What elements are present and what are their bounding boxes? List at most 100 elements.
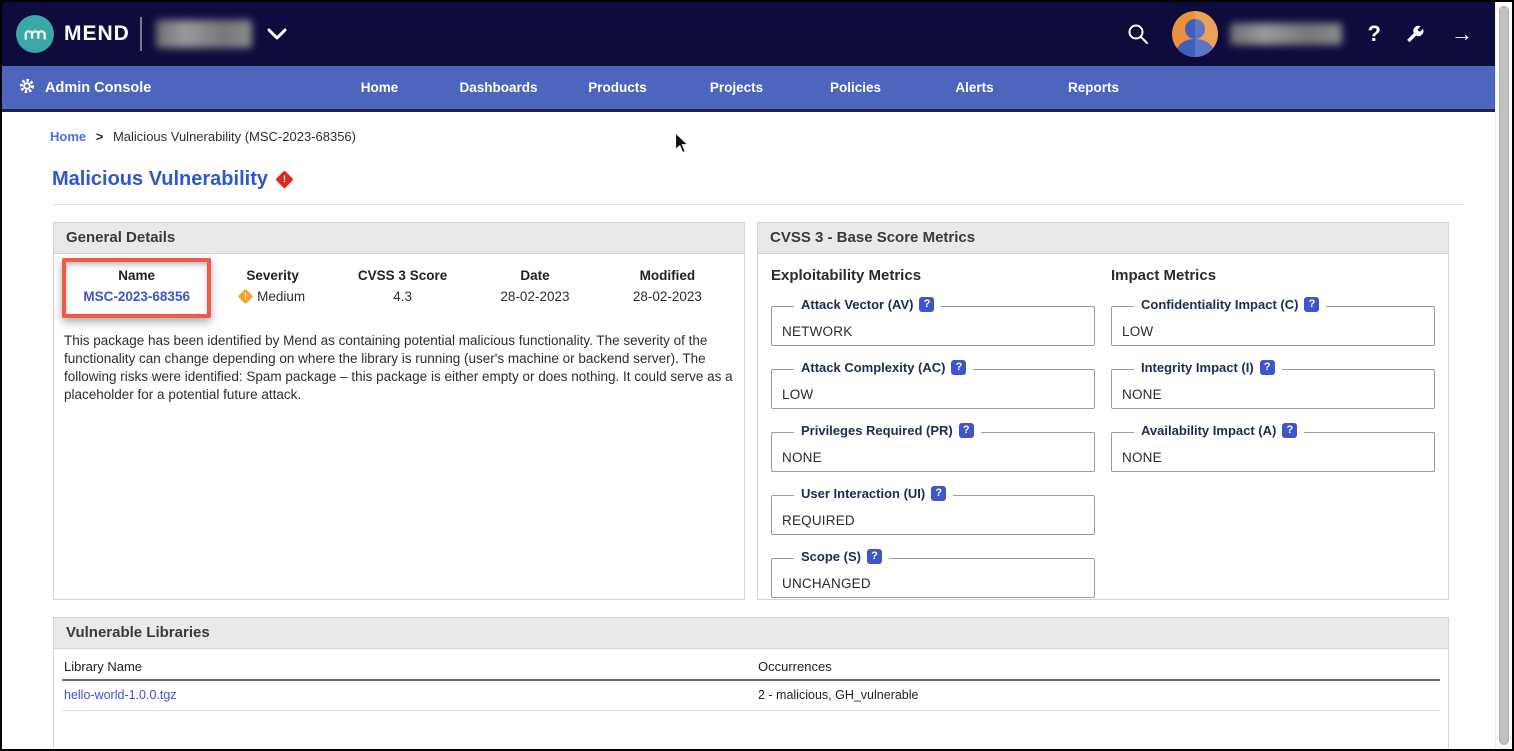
vulnerable-libraries-header: Vulnerable Libraries <box>54 618 1448 649</box>
username-redacted[interactable] <box>1230 23 1342 45</box>
help-question-icon[interactable]: ? <box>1304 297 1319 312</box>
cvss-panel: CVSS 3 - Base Score Metrics Exploitabili… <box>757 222 1449 600</box>
help-question-icon[interactable]: ? <box>1282 423 1297 438</box>
nav-item-projects[interactable]: Projects <box>677 80 796 95</box>
occurrences-column-header: Occurrences <box>758 659 1440 674</box>
nav-item-alerts[interactable]: Alerts <box>915 80 1034 95</box>
confidentiality-impact-label: Confidentiality Impact (C) <box>1141 297 1298 312</box>
avatar-highlight <box>1195 11 1218 57</box>
nav-items: Home Dashboards Products Projects Polici… <box>320 66 1153 109</box>
availability-impact-value: NONE <box>1122 450 1162 465</box>
nav-item-reports[interactable]: Reports <box>1034 80 1153 95</box>
exploitability-metrics-column: Exploitability Metrics Attack Vector (AV… <box>771 267 1095 621</box>
user-interaction-label: User Interaction (UI) <box>801 486 925 501</box>
help-icon[interactable]: ? <box>1368 21 1381 47</box>
vulnerability-id-link[interactable]: MSC-2023-68356 <box>83 289 190 304</box>
attack-vector-field: Attack Vector (AV)? NETWORK <box>771 306 1095 346</box>
main-nav-bar: Admin Console Home Dashboards Products P… <box>2 66 1495 112</box>
severity-value: Medium <box>257 289 305 304</box>
admin-console-label: Admin Console <box>45 80 151 96</box>
general-details-panel: General Details Name MSC-2023-68356 Seve… <box>53 222 745 600</box>
help-question-icon[interactable]: ? <box>1260 360 1275 375</box>
help-question-icon[interactable]: ? <box>931 486 946 501</box>
date-field: Date 28-02-2023 <box>471 256 598 304</box>
medium-severity-icon: ! <box>238 289 254 305</box>
library-name-column-header: Library Name <box>62 659 758 674</box>
integrity-impact-value: NONE <box>1122 387 1162 402</box>
name-label: Name <box>70 264 203 283</box>
breadcrumb: Home > Malicious Vulnerability (MSC-2023… <box>2 112 1495 144</box>
table-row: hello-world-1.0.0.tgz 2 - malicious, GH_… <box>62 681 1440 711</box>
breadcrumb-home-link[interactable]: Home <box>50 129 86 144</box>
table-header-row: Library Name Occurrences <box>62 649 1440 681</box>
occurrences-value: 2 - malicious, GH_vulnerable <box>758 688 1440 702</box>
chevron-down-icon[interactable] <box>266 27 288 41</box>
severity-label: Severity <box>211 256 334 283</box>
user-interaction-value: REQUIRED <box>782 513 855 528</box>
vulnerable-libraries-table: Library Name Occurrences hello-world-1.0… <box>54 649 1448 711</box>
main-content: Home > Malicious Vulnerability (MSC-2023… <box>2 112 1495 749</box>
cvss-panel-header: CVSS 3 - Base Score Metrics <box>758 223 1448 254</box>
nav-item-products[interactable]: Products <box>558 80 677 95</box>
integrity-impact-field: Integrity Impact (I)? NONE <box>1111 369 1435 409</box>
mend-logo-icon <box>16 15 54 53</box>
settings-wrench-icon[interactable] <box>1403 23 1425 45</box>
brand-separator <box>140 17 142 51</box>
user-avatar[interactable] <box>1172 11 1218 57</box>
name-field-highlighted: Name MSC-2023-68356 <box>62 258 211 318</box>
severity-field: Severity ! Medium <box>211 256 334 304</box>
nav-item-home[interactable]: Home <box>320 80 439 95</box>
search-icon[interactable] <box>1126 22 1150 46</box>
date-value: 28-02-2023 <box>471 283 598 304</box>
page-title-row: Malicious Vulnerability ! <box>2 144 1495 191</box>
modified-label: Modified <box>599 256 736 283</box>
user-interaction-field: User Interaction (UI)? REQUIRED <box>771 495 1095 535</box>
confidentiality-impact-value: LOW <box>1122 324 1153 339</box>
help-question-icon[interactable]: ? <box>919 297 934 312</box>
admin-console-link[interactable]: Admin Console <box>2 77 151 99</box>
top-bar: MEND ? → <box>2 2 1495 66</box>
gear-icon <box>18 77 36 99</box>
nav-item-dashboards[interactable]: Dashboards <box>439 80 558 95</box>
modified-field: Modified 28-02-2023 <box>599 256 736 304</box>
help-question-icon[interactable]: ? <box>951 360 966 375</box>
breadcrumb-current: Malicious Vulnerability (MSC-2023-68356) <box>113 129 356 144</box>
scope-value: UNCHANGED <box>782 576 871 591</box>
cvss-body: Exploitability Metrics Attack Vector (AV… <box>758 254 1448 621</box>
help-question-icon[interactable]: ? <box>959 423 974 438</box>
confidentiality-impact-field: Confidentiality Impact (C)? LOW <box>1111 306 1435 346</box>
top-bar-actions: ? → <box>1126 11 1473 57</box>
mend-logo[interactable]: MEND <box>16 15 130 53</box>
attack-vector-value: NETWORK <box>782 324 852 339</box>
title-divider <box>52 204 1464 205</box>
availability-impact-label: Availability Impact (A) <box>1141 423 1276 438</box>
logout-arrow-icon[interactable]: → <box>1451 21 1473 47</box>
scope-label: Scope (S) <box>801 549 861 564</box>
attack-complexity-field: Attack Complexity (AC)? LOW <box>771 369 1095 409</box>
brand-name: MEND <box>64 22 130 46</box>
panels-row: General Details Name MSC-2023-68356 Seve… <box>53 222 1495 600</box>
impact-metrics-column: Impact Metrics Confidentiality Impact (C… <box>1111 267 1435 621</box>
availability-impact-field: Availability Impact (A)? NONE <box>1111 432 1435 472</box>
nav-item-policies[interactable]: Policies <box>796 80 915 95</box>
exploitability-heading: Exploitability Metrics <box>771 267 1095 284</box>
attack-complexity-label: Attack Complexity (AC) <box>801 360 945 375</box>
general-details-table: Name MSC-2023-68356 Severity ! Medium CV… <box>54 254 744 318</box>
attack-vector-label: Attack Vector (AV) <box>801 297 913 312</box>
privileges-required-field: Privileges Required (PR)? NONE <box>771 432 1095 472</box>
scope-field: Scope (S)? UNCHANGED <box>771 558 1095 598</box>
privileges-required-value: NONE <box>782 450 822 465</box>
vulnerability-description: This package has been identified by Mend… <box>64 332 734 404</box>
general-details-header: General Details <box>54 223 744 254</box>
attack-complexity-value: LOW <box>782 387 813 402</box>
cvss-score-value: 4.3 <box>334 283 471 304</box>
help-question-icon[interactable]: ? <box>867 549 882 564</box>
cvss-score-label: CVSS 3 Score <box>334 256 471 283</box>
library-link[interactable]: hello-world-1.0.0.tgz <box>64 688 177 702</box>
scrollbar-thumb[interactable] <box>1499 6 1509 745</box>
date-label: Date <box>471 256 598 283</box>
page-title: Malicious Vulnerability <box>52 168 268 191</box>
page: MEND ? → <box>2 2 1495 749</box>
organization-selector-redacted[interactable] <box>156 20 252 48</box>
privileges-required-label: Privileges Required (PR) <box>801 423 953 438</box>
